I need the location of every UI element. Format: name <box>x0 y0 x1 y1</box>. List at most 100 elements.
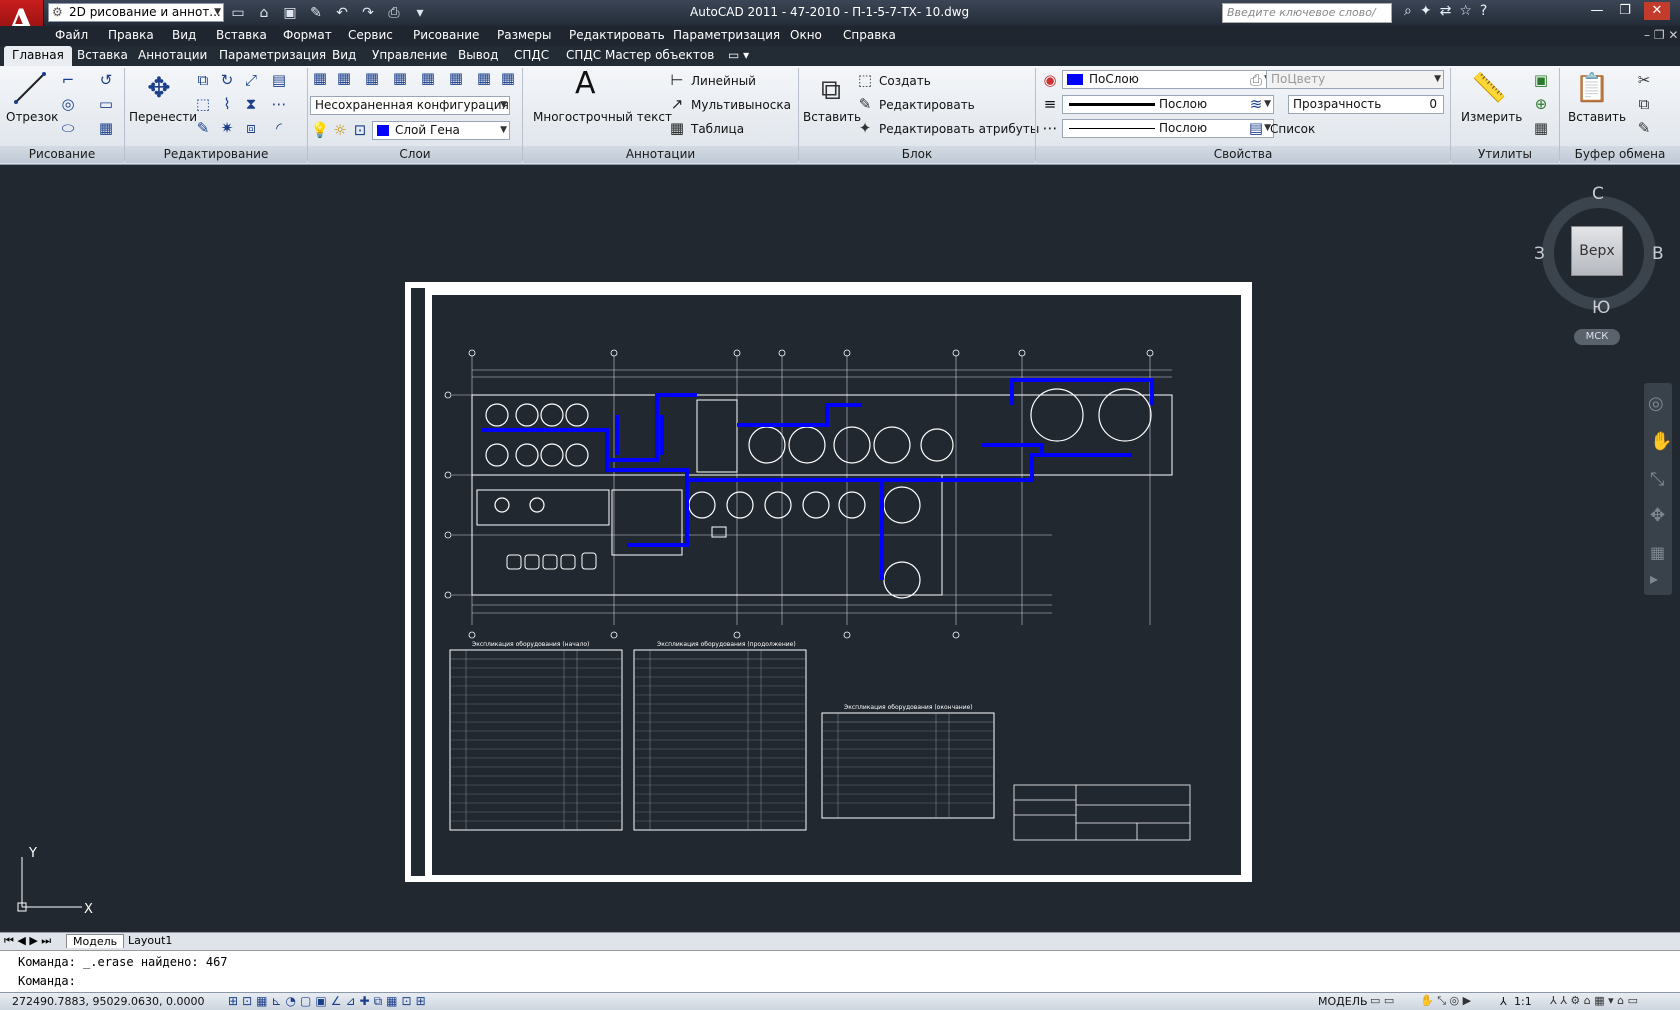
rotate-icon[interactable]: ↻ <box>217 70 237 90</box>
3d-osnap-icon[interactable]: ▣ <box>315 994 326 1009</box>
line-button[interactable]: Отрезок <box>6 110 58 124</box>
ortho-icon[interactable]: ⊾ <box>271 994 281 1009</box>
edit-attributes-icon[interactable]: ✦ <box>855 118 875 138</box>
save-as-icon[interactable]: ✎ <box>306 3 326 23</box>
menu-file[interactable]: Файл <box>55 28 88 42</box>
grid-icon[interactable]: ▦ <box>256 994 267 1009</box>
linetype-icon[interactable]: ⋯ <box>1040 118 1060 138</box>
open-icon[interactable]: ⌂ <box>254 3 274 23</box>
copy-icon[interactable]: ⧉ <box>193 70 213 90</box>
layer-state-icon[interactable]: ▦ <box>334 68 354 88</box>
tab-annotate[interactable]: Аннотации <box>138 48 207 62</box>
panel-properties-footer[interactable]: Свойства <box>1036 146 1450 163</box>
layer-lock-icon[interactable]: ▦ <box>446 68 466 88</box>
measure-button[interactable]: Измерить <box>1461 110 1522 124</box>
insert-block-button[interactable]: Вставить <box>803 110 861 124</box>
zoom-icon[interactable]: ⤡ <box>1650 469 1664 490</box>
line-icon[interactable] <box>12 70 48 106</box>
multileader-button[interactable]: Мультивыноска <box>691 98 791 112</box>
bulb-icon[interactable]: 💡 <box>310 120 330 140</box>
ucs-menu-button[interactable]: МСК <box>1574 329 1620 345</box>
tab-manage[interactable]: Управление <box>372 48 447 62</box>
color-combo[interactable]: ПоСлою ▼ <box>1062 70 1274 89</box>
annotation-scale[interactable]: 1:1 <box>1514 995 1532 1008</box>
workspace-switcher[interactable]: ⚙ 2D рисование и аннот... ▼ <box>48 3 224 22</box>
command-line[interactable]: Команда: _.erase найдено: 467 Команда: <box>0 950 1680 992</box>
quick-properties-icon[interactable]: ⊡ <box>402 994 412 1009</box>
polar-icon[interactable]: ◔ <box>286 994 296 1009</box>
linear-dim-button[interactable]: Линейный <box>691 74 756 88</box>
quick-view-icon[interactable]: ▭ ▭ <box>1370 994 1394 1007</box>
match-icon[interactable]: ✎ <box>1634 118 1654 138</box>
layer-freeze-icon[interactable]: ▦ <box>418 68 438 88</box>
current-layer-combo[interactable]: Слой Гена ▼ <box>372 121 510 140</box>
multileader-icon[interactable]: ↗ <box>667 94 687 114</box>
wrench-icon[interactable]: ✦ <box>1420 3 1432 19</box>
close-button[interactable]: ✕ <box>1644 2 1670 20</box>
fillet-icon[interactable]: ◜ <box>269 118 289 138</box>
tab-spds-wizard[interactable]: СПДС Мастер объектов <box>566 48 714 62</box>
circle-icon[interactable]: ◎ <box>58 94 78 114</box>
paste-icon[interactable]: 📋 <box>1574 70 1610 106</box>
erase-icon[interactable]: ✎ <box>193 118 213 138</box>
create-block-button[interactable]: Создать <box>879 74 931 88</box>
new-icon[interactable]: ▭ <box>228 3 248 23</box>
selection-cycling-icon[interactable]: ⊞ <box>416 994 426 1009</box>
save-icon[interactable]: ▣ <box>280 3 300 23</box>
mtext-button[interactable]: Многострочный текст <box>533 110 672 124</box>
panel-annotation-footer[interactable]: Аннотации <box>523 146 798 163</box>
tab-home[interactable]: Главная <box>4 46 72 66</box>
menu-modify[interactable]: Редактировать <box>569 28 665 42</box>
transparency-toggle-icon[interactable]: ▦ <box>386 994 397 1009</box>
dyn-icon[interactable]: ✚ <box>360 994 370 1009</box>
mtext-icon[interactable]: A <box>575 66 596 101</box>
tab-model[interactable]: Модель <box>66 934 125 948</box>
mirror-icon[interactable]: ⧗ <box>241 94 261 114</box>
pan-status-icon[interactable]: ✋ ⤡ ◎ ▶ <box>1420 994 1471 1008</box>
tab-view[interactable]: Вид <box>332 48 356 62</box>
layer-properties-icon[interactable]: ▦ <box>310 68 330 88</box>
layer-iso-icon[interactable]: ▦ <box>362 68 382 88</box>
drawing-canvas[interactable]: Экспликация оборудования (начало) Экспли… <box>0 165 1680 928</box>
steering-wheel-icon[interactable]: ◎ <box>1648 393 1664 414</box>
offset-icon[interactable]: ⧈ <box>241 118 261 138</box>
redo-icon[interactable]: ↷ <box>358 3 378 23</box>
panel-draw-footer[interactable]: Рисование <box>0 146 124 163</box>
compass-south[interactable]: Ю <box>1592 298 1610 318</box>
rectangle-icon[interactable]: ▭ <box>96 94 116 114</box>
menu-view[interactable]: Вид <box>172 28 196 42</box>
menu-help[interactable]: Справка <box>843 28 896 42</box>
dimension-linear-icon[interactable]: ⊢ <box>667 70 687 90</box>
layer-prev-icon[interactable]: ▦ <box>498 68 518 88</box>
command-prompt[interactable]: Команда: <box>18 974 76 988</box>
panel-modify-footer[interactable]: Редактирование <box>125 146 307 163</box>
layer-off-icon[interactable]: ▦ <box>390 68 410 88</box>
panel-block-footer[interactable]: Блок <box>799 146 1035 163</box>
paste-button[interactable]: Вставить <box>1568 110 1626 124</box>
viewcube-top-face[interactable]: Верх <box>1571 226 1623 276</box>
lineweight-icon[interactable]: ≡ <box>1040 94 1060 114</box>
menu-insert[interactable]: Вставка <box>216 28 267 42</box>
undo-icon[interactable]: ↶ <box>332 3 352 23</box>
lineweight-toggle-icon[interactable]: ⧉ <box>374 994 383 1009</box>
list-button[interactable]: Список <box>1270 122 1315 136</box>
search-input[interactable]: Введите ключевое слово/фразу <box>1222 3 1392 37</box>
layer-state-combo[interactable]: Несохраненная конфигурация сл ▼ <box>310 96 510 115</box>
move-button[interactable]: Перенести <box>129 110 197 124</box>
linetype-combo[interactable]: Послою ▼ <box>1062 119 1274 138</box>
menu-parametric[interactable]: Параметризация <box>673 28 780 42</box>
insert-block-icon[interactable]: ⧉ <box>813 72 849 108</box>
move-icon[interactable]: ✥ <box>141 70 177 106</box>
qat-menu-icon[interactable]: ▾ <box>410 3 430 23</box>
quick-select-icon[interactable]: ▣ <box>1531 70 1551 90</box>
status-tray-icons[interactable]: ⅄ ⅄ ⚙ ⌂ ▦ ▾ ⌂ ▭ <box>1550 994 1638 1007</box>
transparency-field[interactable]: Прозрачность 0 <box>1288 95 1444 114</box>
hatch-icon[interactable]: ▦ <box>96 118 116 138</box>
table-icon[interactable]: ▦ <box>667 118 687 138</box>
edit-block-button[interactable]: Редактировать <box>879 98 975 112</box>
compass-north[interactable]: С <box>1592 184 1604 204</box>
navbar-menu-icon[interactable]: ▸ <box>1650 569 1658 588</box>
print-icon[interactable]: ⎙ <box>384 3 404 23</box>
snap-icon[interactable]: ⊡ <box>242 994 252 1009</box>
array-icon[interactable]: ▤ <box>269 70 289 90</box>
